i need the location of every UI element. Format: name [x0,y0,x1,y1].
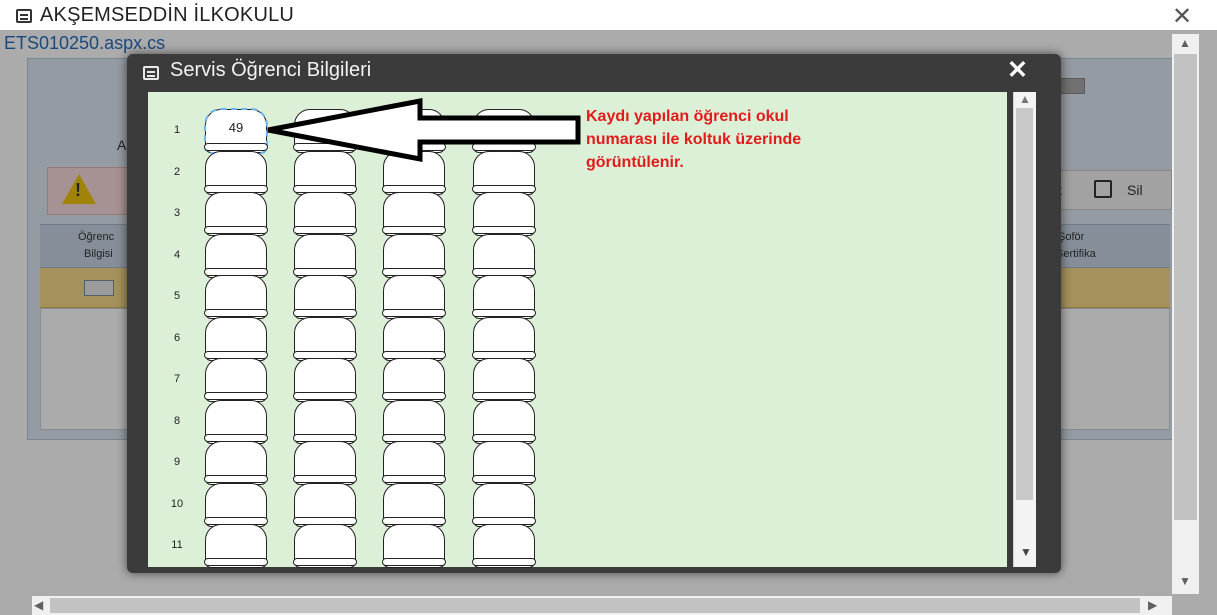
seat-map-scroll-thumb[interactable] [1016,108,1033,500]
seat[interactable]: 49 [204,108,268,154]
seat[interactable] [293,482,357,527]
row-number: 1 [173,124,181,136]
seat[interactable] [472,524,536,568]
annotation-line-2: numarası ile koltuk üzerinde [586,131,802,148]
row-number: 2 [173,165,181,178]
scroll-left-icon[interactable]: ◀ [34,598,43,612]
row-number: 11 [171,539,183,551]
row-number: 3 [173,207,181,219]
seat[interactable] [293,192,357,236]
scroll-right-icon[interactable]: ▶ [1148,598,1157,612]
seat-student-number: 49 [228,120,244,135]
seat[interactable] [382,399,446,444]
seat[interactable] [293,316,357,361]
seat[interactable] [472,275,536,319]
seat[interactable] [293,441,357,485]
seat[interactable] [204,441,268,485]
seat[interactable] [382,441,446,485]
row-number: 10 [170,497,184,510]
seat[interactable] [382,275,446,319]
seat[interactable] [472,192,536,236]
row-number: 6 [173,331,181,344]
outer-horizontal-scroll-thumb[interactable] [50,598,1140,613]
seat[interactable] [204,524,268,568]
row-number: 9 [173,456,181,468]
seat[interactable] [204,316,268,361]
modal-close-icon[interactable]: ✕ [1007,55,1028,85]
seat[interactable] [472,482,536,527]
annotation-text: Kaydı yapılan öğrenci okul numarası ile … [586,105,966,174]
window-icon [16,9,32,23]
row-number: 5 [173,290,181,302]
arrow-icon [267,98,581,163]
modal-title: Servis Öğrenci Bilgileri [170,59,372,81]
seat[interactable] [204,482,268,527]
annotation-line-3: görüntülenir. [586,154,684,171]
seat[interactable] [293,358,357,402]
row-number: 8 [173,414,181,427]
seat[interactable] [204,275,268,319]
annotation-line-1: Kaydı yapılan öğrenci okul [586,108,789,125]
scroll-down-icon[interactable]: ▼ [1020,545,1032,559]
seat[interactable] [204,233,268,278]
window-icon [143,66,159,80]
seat[interactable] [472,233,536,278]
scroll-down-icon[interactable]: ▼ [1179,574,1191,588]
scroll-up-icon[interactable]: ▲ [1019,92,1031,106]
seat[interactable] [382,358,446,402]
window-close-icon[interactable]: ✕ [1172,2,1192,31]
seat[interactable] [293,275,357,319]
seat[interactable] [382,192,446,236]
seat[interactable] [382,482,446,527]
seat[interactable] [204,192,268,236]
seat[interactable] [382,233,446,278]
seat[interactable] [472,316,536,361]
seat[interactable] [472,358,536,402]
seat[interactable] [293,524,357,568]
row-number: 4 [173,248,181,261]
seat[interactable] [382,316,446,361]
scroll-up-icon[interactable]: ▲ [1179,36,1191,50]
outer-vertical-scroll-thumb[interactable] [1174,54,1197,520]
seat[interactable] [204,358,268,402]
seat[interactable] [204,150,268,195]
seat[interactable] [472,399,536,444]
row-number: 7 [173,373,181,385]
seat[interactable] [472,441,536,485]
seat[interactable] [382,524,446,568]
seat[interactable] [293,233,357,278]
seat[interactable] [293,399,357,444]
window-title: AKŞEMSEDDİN İLKOKULU [40,4,295,26]
seat[interactable] [204,399,268,444]
